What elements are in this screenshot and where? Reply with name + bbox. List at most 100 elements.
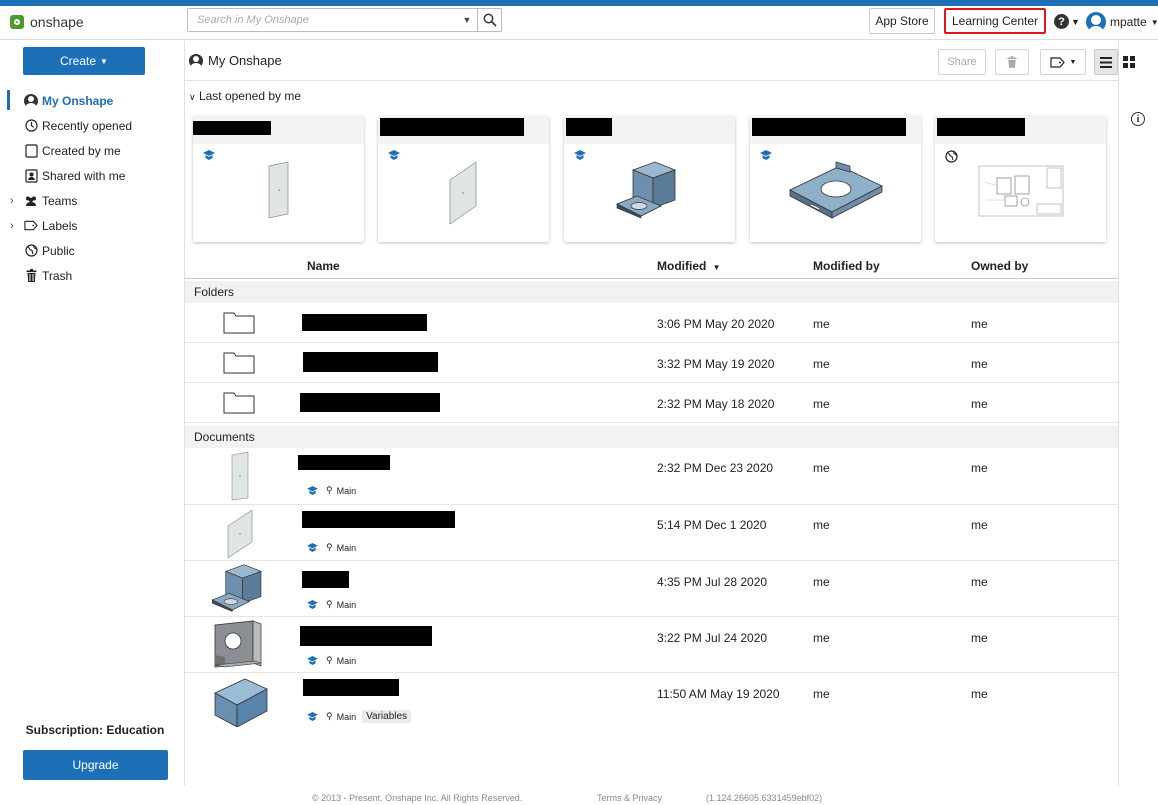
- drawing-thumbnail: [978, 165, 1063, 217]
- user-circle-icon: [24, 93, 38, 109]
- modified-by-cell: me: [813, 357, 830, 371]
- branch-icon: ⚲: [326, 599, 333, 609]
- branch-label: Main: [336, 711, 357, 722]
- globe-icon: [945, 150, 958, 166]
- branch-icon: ⚲: [326, 542, 333, 552]
- document-meta: ⚲ Main Variables: [307, 710, 412, 723]
- chevron-right-icon[interactable]: ›: [10, 195, 14, 207]
- table-row[interactable]: ⚲ Main 2:32 PM Dec 23 2020 me me: [185, 448, 1119, 505]
- redacted-name: [302, 511, 455, 528]
- app-name: onshape: [30, 14, 84, 30]
- sidebar-item-label: Shared with me: [42, 168, 126, 183]
- assembly-thumbnail: [211, 564, 262, 613]
- redacted-name: [302, 571, 349, 588]
- create-button[interactable]: Create ▼: [23, 47, 145, 75]
- label-icon: [24, 219, 38, 233]
- sidebar-item-my-onshape[interactable]: My Onshape: [0, 88, 175, 113]
- delete-button[interactable]: [995, 49, 1029, 75]
- upgrade-button[interactable]: Upgrade: [23, 750, 168, 780]
- redacted-name: [300, 626, 432, 646]
- table-row[interactable]: 2:32 PM May 18 2020 me me: [185, 383, 1119, 423]
- owned-by-cell: me: [971, 518, 988, 532]
- trash-icon: [24, 269, 38, 283]
- sidebar-item-recently-opened[interactable]: Recently opened: [0, 113, 175, 138]
- sidebar-item-public[interactable]: Public: [0, 238, 175, 263]
- sidebar-item-shared-with-me[interactable]: Shared with me: [0, 163, 175, 188]
- education-icon: [307, 712, 318, 721]
- search-icon[interactable]: [477, 9, 501, 31]
- recent-cards: [193, 116, 1108, 242]
- version-tag[interactable]: Variables: [362, 710, 412, 723]
- part-thumbnail: [227, 509, 253, 559]
- chevron-down-icon: ▼: [1069, 58, 1077, 66]
- info-icon[interactable]: i: [1131, 112, 1145, 126]
- trash-icon: [1007, 56, 1017, 68]
- app-store-button[interactable]: App Store: [869, 8, 935, 34]
- top-bar: onshape ▼ App Store Learning Center ? ▼ …: [0, 6, 1158, 40]
- sidebar-item-teams[interactable]: › Teams: [0, 188, 175, 213]
- list-view-button[interactable]: [1094, 49, 1118, 75]
- recent-section-toggle[interactable]: ∨ Last opened by me: [189, 89, 301, 103]
- recent-section-label: Last opened by me: [198, 89, 302, 103]
- table-row[interactable]: ⚲ Main 5:14 PM Dec 1 2020 me me: [185, 505, 1119, 561]
- column-header-name[interactable]: Name: [307, 259, 340, 273]
- right-panel-divider: [1118, 41, 1119, 786]
- sidebar-item-labels[interactable]: › Labels: [0, 213, 175, 238]
- branch-label: Main: [336, 655, 357, 666]
- recent-document-card[interactable]: [378, 116, 549, 242]
- modified-cell: 3:32 PM May 19 2020: [657, 357, 775, 371]
- share-button[interactable]: Share: [938, 49, 986, 75]
- part-thumbnail: [214, 620, 262, 668]
- subscription-label: Subscription: Education: [25, 723, 165, 737]
- table-row[interactable]: 3:32 PM May 19 2020 me me: [185, 343, 1119, 383]
- sort-desc-icon: ▼: [712, 263, 721, 272]
- education-icon: [574, 150, 586, 163]
- part-thumbnail: [231, 451, 249, 501]
- sidebar-item-trash[interactable]: Trash: [0, 263, 175, 288]
- part-thumbnail: [449, 161, 476, 225]
- branch-label: Main: [336, 542, 357, 553]
- column-header-modified-by[interactable]: Modified by: [813, 259, 880, 273]
- part-thumbnail: [214, 678, 268, 727]
- chevron-down-icon: ▼: [1150, 17, 1158, 27]
- user-menu[interactable]: mpatte ▼: [1086, 12, 1158, 32]
- chevron-right-icon[interactable]: ›: [10, 220, 14, 232]
- table-row[interactable]: 3:06 PM May 20 2020 me me: [185, 303, 1119, 343]
- sidebar-item-label: Created by me: [42, 143, 121, 158]
- recent-document-card[interactable]: [750, 116, 921, 242]
- label-menu-button[interactable]: ▼: [1040, 49, 1086, 75]
- create-label: Create: [60, 54, 97, 68]
- recent-document-card[interactable]: [564, 116, 735, 242]
- terms-link[interactable]: Terms & Privacy: [597, 793, 662, 803]
- learning-center-button[interactable]: Learning Center: [944, 8, 1046, 34]
- search-dropdown-icon[interactable]: ▼: [457, 15, 477, 25]
- chevron-down-icon: ∨: [189, 92, 196, 102]
- sidebar-item-created-by-me[interactable]: Created by me: [0, 138, 175, 163]
- redacted-name: [302, 314, 427, 331]
- clock-icon: [24, 119, 38, 133]
- grid-view-toggle[interactable]: [1118, 49, 1140, 75]
- branch-label: Main: [336, 599, 357, 610]
- recent-document-card[interactable]: [935, 116, 1106, 242]
- search-input[interactable]: [188, 9, 457, 31]
- education-icon: [203, 150, 215, 163]
- recent-document-card[interactable]: [193, 116, 364, 242]
- table-row[interactable]: ⚲ Main Variables 11:50 AM May 19 2020 me…: [185, 673, 1119, 735]
- table-row[interactable]: ⚲ Main 3:22 PM Jul 24 2020 me me: [185, 617, 1119, 673]
- redacted-name: [298, 455, 390, 470]
- modified-cell: 4:35 PM Jul 28 2020: [657, 575, 768, 589]
- modified-by-cell: me: [813, 518, 830, 532]
- sidebar-item-label: Teams: [42, 193, 78, 208]
- sidebar-nav: My Onshape Recently opened Created by me…: [0, 88, 175, 288]
- onshape-logo[interactable]: onshape: [10, 14, 84, 30]
- column-header-owned-by[interactable]: Owned by: [971, 259, 1028, 273]
- page-title-text: My Onshape: [208, 53, 282, 68]
- owned-by-cell: me: [971, 397, 988, 411]
- table-row[interactable]: ⚲ Main 4:35 PM Jul 28 2020 me me: [185, 561, 1119, 617]
- modified-by-cell: me: [813, 317, 830, 331]
- sidebar-item-label: My Onshape: [42, 93, 114, 108]
- folder-icon: [223, 392, 255, 414]
- column-header-modified[interactable]: Modified ▼: [657, 259, 721, 273]
- onshape-logo-icon: [10, 15, 24, 29]
- help-menu[interactable]: ? ▼: [1054, 14, 1080, 29]
